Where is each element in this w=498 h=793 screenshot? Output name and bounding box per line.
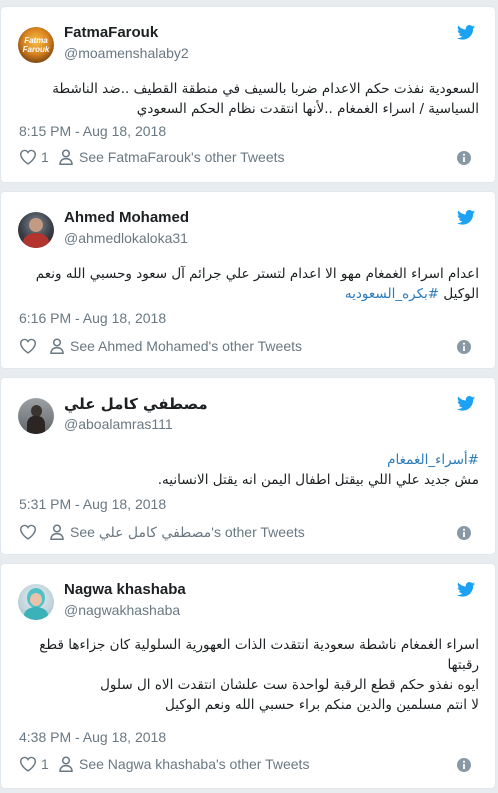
avatar-person [30,593,42,606]
tweet-text: #أسراء_الغمغام مش جديد علي اللي بيقتل اط… [17,450,479,490]
other-tweets-link[interactable]: See مصطفي كامل علي's other Tweets [70,524,305,541]
author-handle[interactable]: @moamenshalaby2 [64,45,189,61]
author-name[interactable]: Nagwa khashaba [64,581,186,598]
like-count[interactable]: 1 [41,756,49,772]
author-name[interactable]: Ahmed Mohamed [64,209,189,226]
avatar[interactable]: Fatma Farouk [18,27,54,63]
info-icon[interactable] [457,526,471,540]
avatar[interactable] [18,584,54,620]
twitter-bird-icon[interactable] [457,396,475,411]
person-icon [50,338,64,354]
tweet-line: ايوه نفذو حكم قطع الرقبة لواحدة ست علشان… [100,677,479,693]
info-icon[interactable] [457,151,471,165]
author-name[interactable]: FatmaFarouk [64,24,158,41]
author-handle[interactable]: @nagwakhashaba [64,602,180,618]
other-tweets-link[interactable]: See FatmaFarouk's other Tweets [79,149,285,165]
hashtag-link[interactable]: #بكره_السعوديه [345,286,439,302]
heart-icon[interactable] [19,756,37,772]
avatar-logo-text: Fatma Farouk [22,36,50,54]
tweet-feed: Fatma Farouk FatmaFarouk @moamenshalaby2… [0,0,498,793]
other-tweets-link[interactable]: See Ahmed Mohamed's other Tweets [70,338,302,354]
tweet-actions: 1 See Nagwa khashaba's other Tweets [19,755,479,775]
tweet-body: مش جديد علي اللي بيقتل اطفال اليمن انه ي… [157,472,479,488]
author-name[interactable]: مصطفي كامل علي [64,395,208,413]
author-handle[interactable]: @aboalamras111 [64,416,173,432]
avatar-person [23,233,49,248]
tweet-line: لا انتم مسلمين والدين منكم براء حسبي الل… [165,697,479,713]
tweet-card[interactable]: Fatma Farouk FatmaFarouk @moamenshalaby2… [0,6,496,183]
avatar[interactable] [18,398,54,434]
twitter-bird-icon[interactable] [457,582,475,597]
tweet-timestamp[interactable]: 8:15 PM - Aug 18, 2018 [19,123,166,139]
tweet-actions: 1 See FatmaFarouk's other Tweets [19,148,479,168]
person-icon [59,149,73,165]
other-tweets-see: See [70,524,95,540]
avatar-person [27,416,45,434]
heart-icon[interactable] [19,149,37,165]
tweet-line: اسراء الغمغام ناشطة سعودية انتقدت الذات … [39,637,479,673]
tweet-card[interactable]: Nagwa khashaba @nagwakhashaba اسراء الغم… [0,563,496,789]
person-icon [50,524,64,540]
avatar[interactable] [18,212,54,248]
person-icon [59,756,73,772]
author-handle[interactable]: @ahmedlokaloka31 [64,230,188,246]
tweet-card[interactable]: مصطفي كامل علي @aboalamras111 #أسراء_الغ… [0,377,496,555]
heart-icon[interactable] [19,338,37,354]
tweet-actions: See مصطفي كامل علي's other Tweets [19,523,479,543]
avatar-person [29,218,43,232]
like-count[interactable]: 1 [41,149,49,165]
tweet-actions: See Ahmed Mohamed's other Tweets [19,337,479,357]
tweet-card[interactable]: Ahmed Mohamed @ahmedlokaloka31 اعدام اسر… [0,191,496,369]
other-tweets-suffix: 's other Tweets [211,524,305,540]
hashtag-link[interactable]: #أسراء_الغمغام [17,450,479,470]
tweet-timestamp[interactable]: 4:38 PM - Aug 18, 2018 [19,729,166,745]
avatar-person [24,607,48,620]
info-icon[interactable] [457,340,471,354]
twitter-bird-icon[interactable] [457,210,475,225]
info-icon[interactable] [457,758,471,772]
tweet-timestamp[interactable]: 5:31 PM - Aug 18, 2018 [19,496,166,512]
other-tweets-link[interactable]: See Nagwa khashaba's other Tweets [79,756,309,772]
tweet-text: اعدام اسراء الغمغام مهو الا اعدام لتستر … [17,264,479,304]
heart-icon[interactable] [19,524,37,540]
tweet-text: اسراء الغمغام ناشطة سعودية انتقدت الذات … [17,635,479,715]
tweet-timestamp[interactable]: 6:16 PM - Aug 18, 2018 [19,310,166,326]
twitter-bird-icon[interactable] [457,25,475,40]
tweet-text: السعودية نفذت حكم الاعدام ضربا بالسيف في… [52,81,479,117]
other-tweets-author: مصطفي كامل علي [98,525,212,541]
